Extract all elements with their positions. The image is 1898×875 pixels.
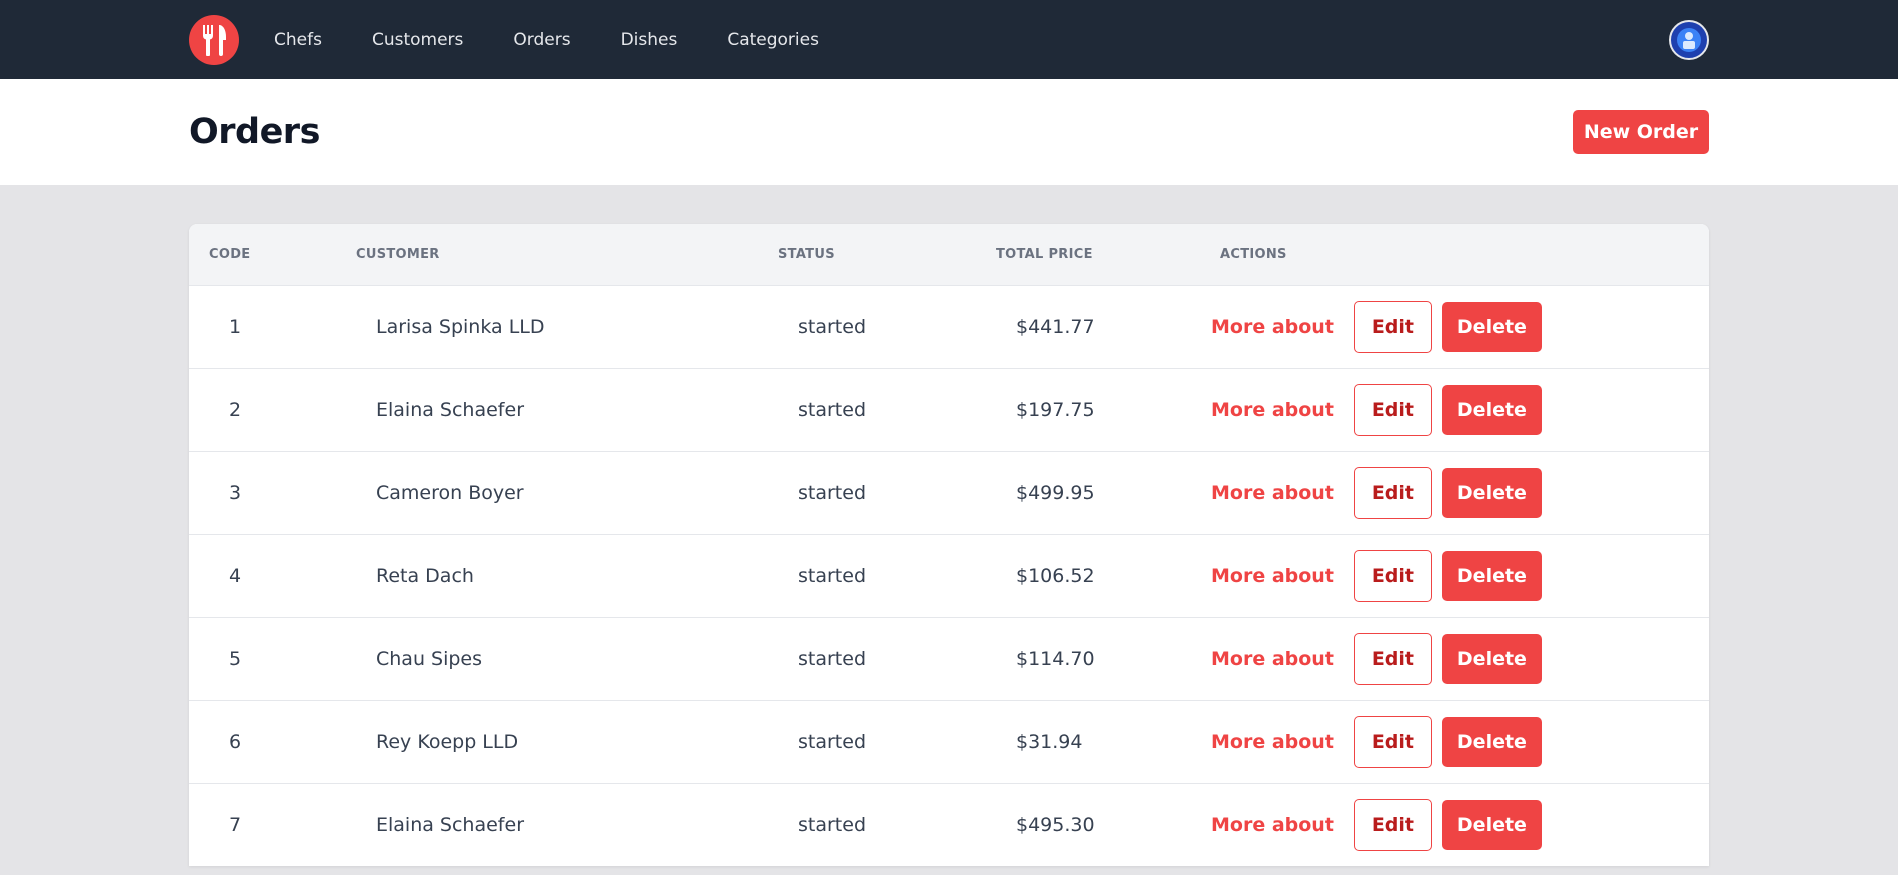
cell-total-price: $441.77	[1016, 315, 1095, 338]
cell-customer: Chau Sipes	[376, 647, 483, 670]
cell-total-price: $197.75	[1016, 398, 1095, 421]
page-header: Orders New Order	[0, 79, 1898, 185]
delete-button[interactable]: Delete	[1441, 384, 1542, 435]
delete-button[interactable]: Delete	[1441, 301, 1542, 352]
cell-total-price: $495.30	[1016, 813, 1095, 836]
cell-status: started	[798, 813, 867, 836]
table-row: 6 Rey Koepp LLD started $31.94 More abou…	[189, 700, 1709, 783]
nav-link-customers[interactable]: Customers	[372, 30, 463, 50]
cell-actions: More about Edit Delete	[1211, 700, 1709, 783]
nav-link-dishes[interactable]: Dishes	[621, 30, 678, 50]
more-about-link[interactable]: More about	[1211, 399, 1334, 421]
table-row: 7 Elaina Schaefer started $495.30 More a…	[189, 783, 1709, 866]
column-header-code: CODE	[209, 246, 251, 262]
cell-status: started	[798, 647, 867, 670]
cell-actions: More about Edit Delete	[1211, 368, 1709, 451]
nav-link-categories[interactable]: Categories	[727, 30, 819, 50]
edit-button[interactable]: Edit	[1353, 383, 1432, 436]
row-actions: More about Edit Delete	[1211, 549, 1709, 602]
table-header-row: CODE CUSTOMER STATUS TOTAL PRICE ACTIONS	[189, 224, 1709, 285]
nav-links: Chefs Customers Orders Dishes Categories	[274, 30, 869, 50]
nav-link-orders[interactable]: Orders	[513, 30, 570, 50]
column-header-actions: ACTIONS	[1220, 246, 1287, 262]
cell-total-price: $106.52	[1016, 564, 1095, 587]
table-row: 4 Reta Dach started $106.52 More about E…	[189, 534, 1709, 617]
column-header-customer: CUSTOMER	[356, 246, 440, 262]
table-body: 1 Larisa Spinka LLD started $441.77 More…	[189, 285, 1709, 866]
table-row: 5 Chau Sipes started $114.70 More about …	[189, 617, 1709, 700]
edit-button[interactable]: Edit	[1353, 632, 1432, 685]
cell-actions: More about Edit Delete	[1211, 451, 1709, 534]
top-navbar: Chefs Customers Orders Dishes Categories	[0, 0, 1898, 79]
row-actions: More about Edit Delete	[1211, 383, 1709, 436]
delete-button[interactable]: Delete	[1441, 799, 1542, 850]
delete-button[interactable]: Delete	[1441, 467, 1542, 518]
cell-customer: Elaina Schaefer	[376, 813, 525, 836]
cell-status: started	[798, 315, 867, 338]
more-about-link[interactable]: More about	[1211, 648, 1334, 670]
delete-button[interactable]: Delete	[1441, 550, 1542, 601]
row-actions: More about Edit Delete	[1211, 466, 1709, 519]
cell-actions: More about Edit Delete	[1211, 617, 1709, 700]
cell-status: started	[798, 398, 867, 421]
cell-customer: Elaina Schaefer	[376, 398, 525, 421]
table-row: 2 Elaina Schaefer started $197.75 More a…	[189, 368, 1709, 451]
row-actions: More about Edit Delete	[1211, 715, 1709, 768]
column-header-total-price: TOTAL PRICE	[996, 246, 1093, 262]
cell-status: started	[798, 564, 867, 587]
more-about-link[interactable]: More about	[1211, 565, 1334, 587]
row-actions: More about Edit Delete	[1211, 632, 1709, 685]
page-title: Orders	[189, 112, 320, 152]
cell-code: 4	[229, 564, 242, 587]
cell-status: started	[798, 481, 867, 504]
header-inner: Orders New Order	[189, 79, 1709, 185]
more-about-link[interactable]: More about	[1211, 316, 1334, 338]
orders-table: CODE CUSTOMER STATUS TOTAL PRICE ACTIONS…	[189, 224, 1709, 866]
cell-code: 5	[229, 647, 242, 670]
cell-actions: More about Edit Delete	[1211, 285, 1709, 368]
cell-total-price: $31.94	[1016, 730, 1083, 753]
more-about-link[interactable]: More about	[1211, 731, 1334, 753]
nav-link-chefs[interactable]: Chefs	[274, 30, 322, 50]
cell-code: 3	[229, 481, 242, 504]
cell-code: 1	[229, 315, 242, 338]
cell-actions: More about Edit Delete	[1211, 534, 1709, 617]
edit-button[interactable]: Edit	[1353, 798, 1432, 851]
new-order-button[interactable]: New Order	[1573, 110, 1709, 154]
avatar-icon[interactable]	[1669, 19, 1709, 60]
cell-code: 7	[229, 813, 242, 836]
more-about-link[interactable]: More about	[1211, 482, 1334, 504]
orders-table-card: CODE CUSTOMER STATUS TOTAL PRICE ACTIONS…	[189, 224, 1709, 866]
fork-knife-icon[interactable]	[189, 14, 239, 65]
cell-status: started	[798, 730, 867, 753]
navbar-inner: Chefs Customers Orders Dishes Categories	[189, 0, 1709, 79]
table-row: 1 Larisa Spinka LLD started $441.77 More…	[189, 285, 1709, 368]
cell-customer: Rey Koepp LLD	[376, 730, 519, 753]
cell-total-price: $499.95	[1016, 481, 1095, 504]
more-about-link[interactable]: More about	[1211, 814, 1334, 836]
cell-customer: Larisa Spinka LLD	[376, 315, 545, 338]
cell-code: 6	[229, 730, 242, 753]
cell-code: 2	[229, 398, 242, 421]
cell-customer: Reta Dach	[376, 564, 474, 587]
cell-actions: More about Edit Delete	[1211, 783, 1709, 866]
column-header-status: STATUS	[778, 246, 835, 262]
edit-button[interactable]: Edit	[1353, 300, 1432, 353]
edit-button[interactable]: Edit	[1353, 549, 1432, 602]
row-actions: More about Edit Delete	[1211, 300, 1709, 353]
edit-button[interactable]: Edit	[1353, 715, 1432, 768]
cell-total-price: $114.70	[1016, 647, 1095, 670]
row-actions: More about Edit Delete	[1211, 798, 1709, 851]
table-row: 3 Cameron Boyer started $499.95 More abo…	[189, 451, 1709, 534]
cell-customer: Cameron Boyer	[376, 481, 524, 504]
delete-button[interactable]: Delete	[1441, 716, 1542, 767]
delete-button[interactable]: Delete	[1441, 633, 1542, 684]
edit-button[interactable]: Edit	[1353, 466, 1432, 519]
